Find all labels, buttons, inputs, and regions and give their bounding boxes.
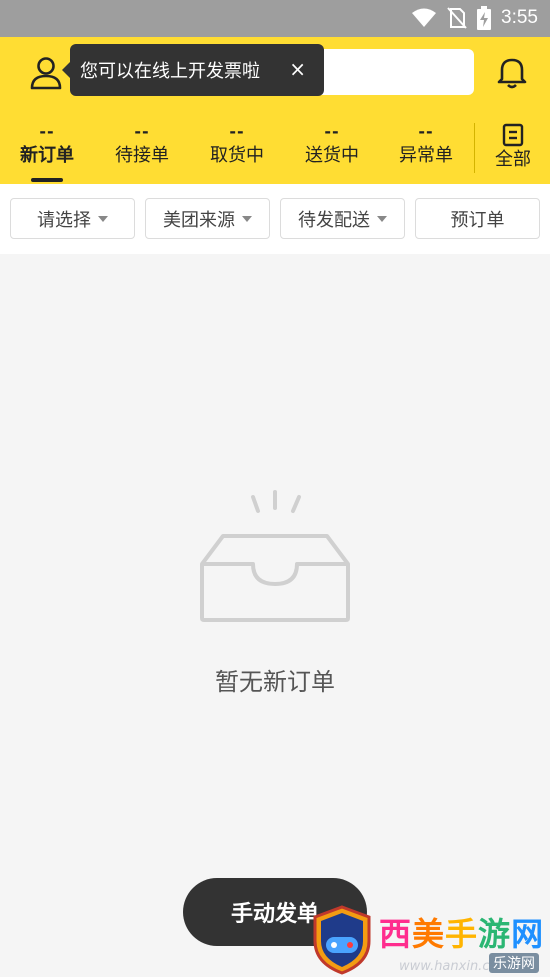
tab-divider — [474, 123, 475, 173]
battery-charging-icon — [477, 6, 492, 30]
watermark-sub: 乐游网 — [489, 953, 539, 973]
invoice-tooltip: 您可以在线上开发票啦 × — [62, 44, 324, 96]
filter-preorder[interactable]: 预订单 — [415, 198, 540, 239]
empty-state-text: 暂无新订单 — [215, 668, 335, 696]
tab-label: 新订单 — [20, 145, 74, 166]
tab-label: 异常单 — [399, 145, 453, 166]
bell-icon — [497, 58, 527, 89]
tab-count: -- — [418, 122, 434, 141]
filter-bar: 请选择 美团来源 待发配送 预订单 — [0, 184, 550, 254]
tab-label: 取货中 — [210, 145, 264, 166]
caret-down-icon — [242, 215, 252, 222]
active-tab-indicator — [31, 178, 63, 182]
filter-delivery-status[interactable]: 待发配送 — [280, 198, 405, 239]
caret-down-icon — [98, 215, 108, 222]
filter-label: 美团来源 — [163, 209, 235, 231]
watermark-title: 西美手游网 — [379, 915, 545, 953]
tab-label: 全部 — [495, 149, 531, 170]
tab-count: -- — [229, 122, 245, 141]
tab-count: -- — [324, 122, 340, 141]
header: 您可以在线上开发票啦 × -- 新订单 -- 待接单 -- 取货中 -- 送货中… — [0, 37, 550, 184]
tab-new-orders[interactable]: -- 新订单 — [2, 121, 92, 169]
user-icon — [30, 57, 62, 90]
tab-label: 待接单 — [115, 145, 169, 166]
notification-button[interactable] — [496, 55, 528, 89]
empty-tray-icon — [200, 490, 350, 622]
filter-label: 请选择 — [37, 209, 91, 231]
wifi-icon — [412, 8, 437, 27]
gamepad-shield-logo — [313, 905, 371, 975]
watermark: 西美手游网 www.hanxin.com 乐游网 — [311, 905, 550, 977]
status-bar: 3:55 — [0, 0, 550, 37]
tab-count: -- — [39, 122, 55, 141]
filter-label: 预订单 — [450, 209, 505, 231]
profile-button[interactable] — [28, 55, 64, 91]
filter-select[interactable]: 请选择 — [10, 198, 135, 239]
caret-down-icon — [377, 215, 387, 222]
document-list-icon — [502, 123, 524, 147]
tab-all[interactable]: 全部 — [480, 121, 546, 173]
tab-label: 送货中 — [305, 145, 359, 166]
filter-source[interactable]: 美团来源 — [145, 198, 270, 239]
tab-exceptions[interactable]: -- 异常单 — [381, 121, 471, 169]
empty-state: 暂无新订单 — [0, 254, 550, 977]
tooltip-text: 您可以在线上开发票啦 — [80, 61, 260, 82]
status-time: 3:55 — [501, 7, 538, 28]
filter-label: 待发配送 — [298, 209, 370, 231]
close-icon[interactable]: × — [289, 57, 306, 81]
tab-delivering[interactable]: -- 送货中 — [287, 121, 377, 169]
no-sim-icon — [447, 7, 467, 29]
tab-pending-accept[interactable]: -- 待接单 — [97, 121, 187, 169]
tab-picking-up[interactable]: -- 取货中 — [192, 121, 282, 169]
tab-count: -- — [134, 122, 150, 141]
